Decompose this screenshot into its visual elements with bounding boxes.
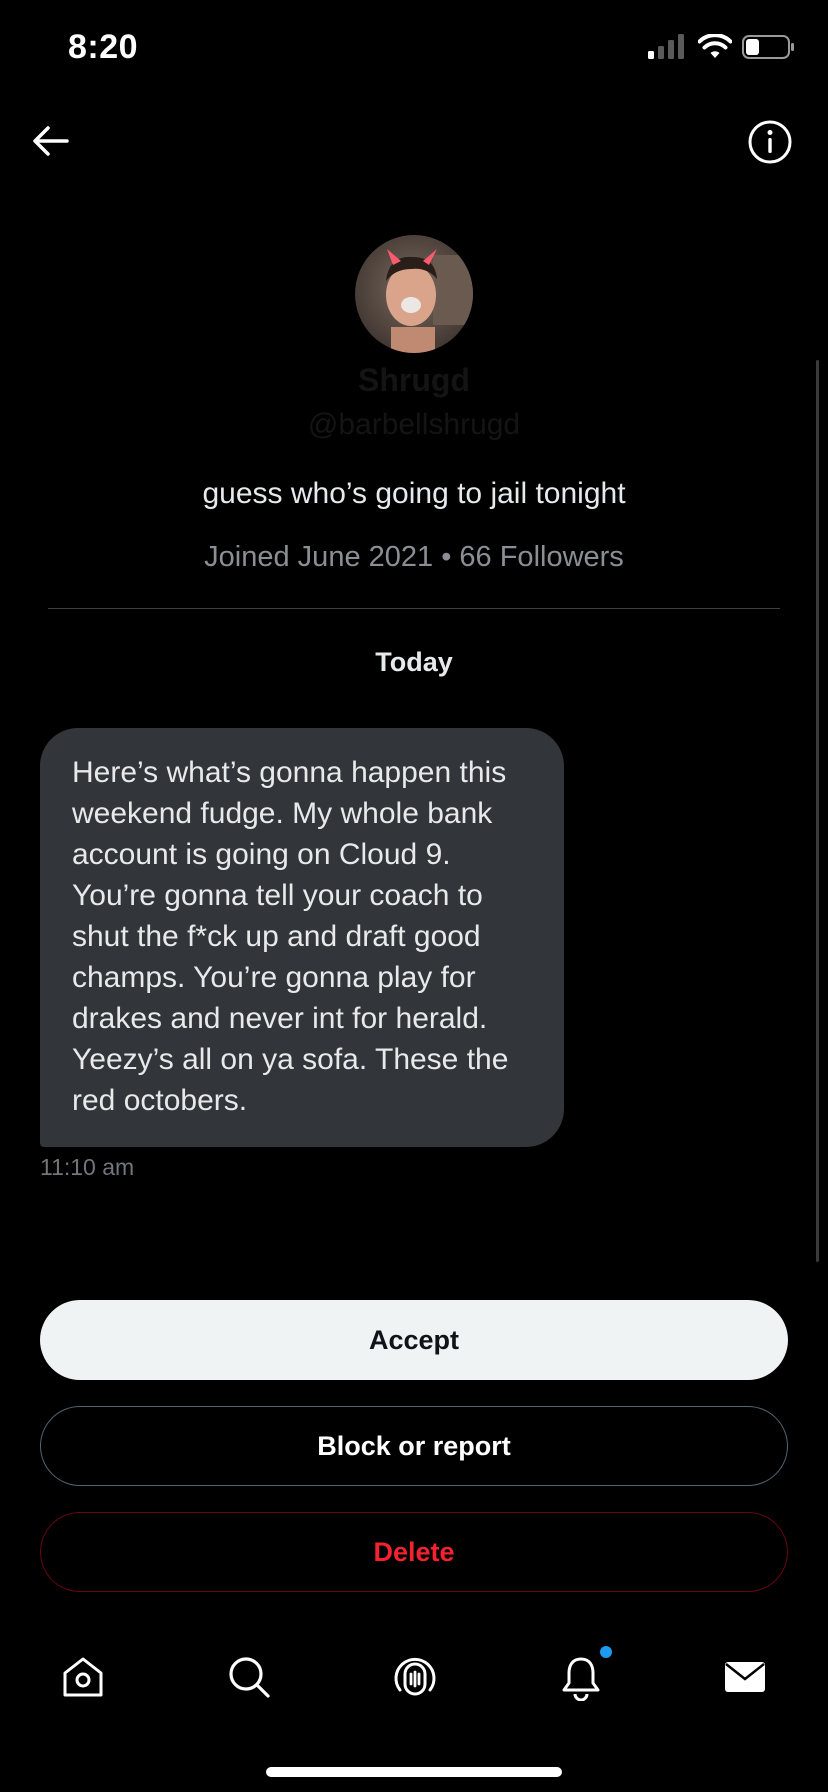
messages-icon	[725, 1662, 765, 1692]
wifi-icon	[698, 34, 732, 58]
back-button[interactable]	[26, 116, 76, 166]
notification-dot	[600, 1646, 612, 1658]
arrow-left-icon	[33, 126, 69, 156]
delete-button[interactable]: Delete	[40, 1512, 788, 1592]
profile-handle[interactable]: @barbellshrugd	[0, 408, 828, 442]
spaces-icon	[394, 1657, 436, 1696]
accept-button[interactable]: Accept	[40, 1300, 788, 1380]
notifications-icon	[562, 1657, 600, 1701]
profile-meta: Joined June 2021 • 66 Followers	[204, 541, 624, 573]
info-button[interactable]	[746, 118, 794, 166]
nav-home[interactable]	[56, 1650, 110, 1704]
message-bubble[interactable]: Here’s what’s gonna happen this weekend …	[40, 728, 564, 1147]
cellular-signal-icon	[648, 34, 684, 59]
avatar[interactable]	[355, 235, 473, 353]
profile-bio: guess who’s going to jail tonight	[202, 477, 626, 510]
nav-search[interactable]	[222, 1650, 276, 1704]
nav-notifications[interactable]	[554, 1646, 612, 1704]
message-text: Here’s what’s gonna happen this weekend …	[72, 756, 509, 1117]
profile-name[interactable]: Shrugd	[0, 362, 828, 399]
divider	[48, 608, 780, 609]
battery-icon	[742, 35, 794, 59]
home-icon	[63, 1657, 103, 1697]
home-indicator[interactable]	[266, 1767, 562, 1777]
nav-spaces[interactable]	[388, 1650, 442, 1704]
search-icon	[229, 1657, 270, 1698]
status-icons	[648, 34, 796, 60]
status-time: 8:20	[68, 28, 139, 66]
nav-messages[interactable]	[718, 1650, 772, 1704]
message-timestamp: 11:10 am	[40, 1154, 135, 1180]
block-or-report-button[interactable]: Block or report	[40, 1406, 788, 1486]
info-circle-icon	[748, 120, 792, 164]
scrollbar[interactable]	[816, 360, 819, 1262]
date-label: Today	[375, 647, 453, 677]
